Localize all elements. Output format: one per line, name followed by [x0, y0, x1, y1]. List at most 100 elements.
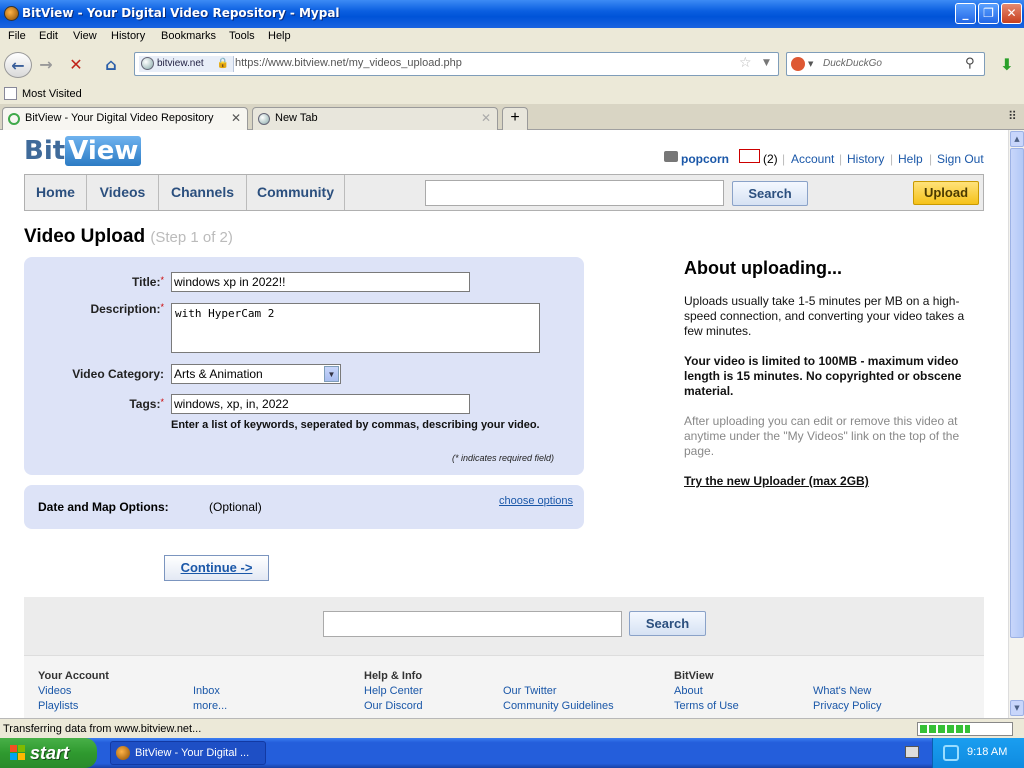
url-text[interactable]: https://www.bitview.net/my_videos_upload… [235, 57, 462, 69]
scrollbar-thumb[interactable] [1010, 148, 1024, 638]
windows-taskbar: start BitView - Your Digital ... 9:18 AM [0, 738, 1024, 768]
date-map-options: Date and Map Options: (Optional) choose … [24, 485, 584, 529]
site-search-button[interactable]: Search [732, 181, 808, 206]
footer-help-center-link[interactable]: Help Center [364, 685, 423, 697]
title-field[interactable]: windows xp in 2022!! [171, 272, 470, 292]
menu-help[interactable]: Help [268, 30, 291, 42]
description-label: Description:* [90, 302, 164, 316]
help-link[interactable]: Help [898, 152, 923, 166]
page-content: Bit View popcorn (2) | Account | History … [0, 130, 1008, 718]
bookmarks-toolbar: Most Visited [0, 84, 1024, 104]
footer-twitter-link[interactable]: Our Twitter [503, 685, 557, 697]
start-button[interactable]: start [0, 738, 97, 768]
home-icon[interactable]: ⌂ [97, 52, 125, 78]
chevron-down-icon[interactable]: ▼ [324, 366, 339, 382]
date-map-label: Date and Map Options: [38, 500, 169, 514]
url-dropdown-icon[interactable]: ▼ [763, 58, 770, 68]
footer-links: Your Account Videos Inbox Playlists more… [24, 655, 984, 718]
menu-view[interactable]: View [73, 30, 97, 42]
search-icon[interactable]: ⚲ [965, 56, 975, 71]
system-tray: 9:18 AM [932, 738, 1024, 768]
footer-playlists-link[interactable]: Playlists [38, 700, 78, 712]
list-all-tabs-icon[interactable]: ⠿ [1008, 109, 1017, 123]
close-tab-icon[interactable]: ✕ [231, 111, 241, 125]
bitview-logo[interactable]: Bit View [24, 136, 142, 166]
tab-bitview[interactable]: BitView - Your Digital Video Repository … [2, 107, 248, 130]
forward-arrow-icon[interactable]: → [32, 52, 60, 78]
minimize-button[interactable]: _ [955, 3, 976, 24]
footer-search-input[interactable] [323, 611, 622, 637]
new-tab-button[interactable]: + [502, 107, 528, 130]
footer-privacy-link[interactable]: Privacy Policy [813, 700, 881, 712]
network-tray-icon[interactable] [943, 745, 959, 761]
footer-more-link[interactable]: more... [193, 700, 227, 712]
menu-bar: File Edit View History Bookmarks Tools H… [0, 28, 1024, 46]
menu-tools[interactable]: Tools [229, 30, 255, 42]
lock-icon: 🔒 [216, 58, 229, 69]
footer-whats-new-link[interactable]: What's New [813, 685, 871, 697]
step-indicator: (Step 1 of 2) [150, 229, 233, 246]
footer-discord-link[interactable]: Our Discord [364, 700, 423, 712]
continue-button[interactable]: Continue -> [164, 555, 269, 581]
category-select[interactable]: Arts & Animation ▼ [171, 364, 341, 384]
nav-videos[interactable]: Videos [87, 175, 159, 210]
vertical-scrollbar[interactable]: ▲ ▼ [1008, 130, 1024, 718]
footer-about-link[interactable]: About [674, 685, 703, 697]
footer-search-button[interactable]: Search [629, 611, 706, 636]
menu-bookmarks[interactable]: Bookmarks [161, 30, 216, 42]
upload-button[interactable]: Upload [913, 181, 979, 205]
menu-edit[interactable]: Edit [39, 30, 58, 42]
duckduckgo-icon[interactable] [791, 57, 805, 71]
new-uploader-link[interactable]: Try the new Uploader (max 2GB) [684, 474, 969, 489]
category-value: Arts & Animation [174, 367, 263, 381]
site-identity-badge[interactable]: bitview.net 🔒 [139, 56, 234, 72]
address-bar[interactable]: bitview.net 🔒 https://www.bitview.net/my… [134, 52, 779, 76]
choose-options-link[interactable]: choose options [499, 495, 573, 507]
about-paragraph-3: After uploading you can edit or remove t… [684, 414, 960, 458]
bookmark-star-icon[interactable]: ☆ [739, 55, 752, 71]
close-tab-icon[interactable]: ✕ [481, 111, 491, 125]
taskbar-window-button[interactable]: BitView - Your Digital ... [110, 741, 266, 765]
scroll-up-icon[interactable]: ▲ [1010, 131, 1024, 147]
menu-file[interactable]: File [8, 30, 26, 42]
tags-field[interactable]: windows, xp, in, 2022 [171, 394, 470, 414]
user-icon [664, 151, 678, 162]
page-title: Video Upload (Step 1 of 2) [24, 226, 233, 247]
restore-button[interactable]: ❐ [978, 3, 999, 24]
keyboard-tray-icon[interactable] [905, 746, 919, 758]
username-link[interactable]: popcorn [681, 152, 729, 166]
nav-channels[interactable]: Channels [159, 175, 247, 210]
stop-icon[interactable]: ✕ [62, 52, 90, 78]
footer-videos-link[interactable]: Videos [38, 685, 71, 697]
window-title: BitView - Your Digital Video Repository … [22, 6, 340, 20]
back-arrow-icon[interactable]: ← [4, 52, 32, 78]
scroll-down-icon[interactable]: ▼ [1010, 700, 1024, 716]
upload-form: Title:* windows xp in 2022!! Description… [24, 257, 584, 475]
nav-community[interactable]: Community [247, 175, 345, 210]
inbox-envelope-icon[interactable] [739, 149, 760, 163]
sign-out-link[interactable]: Sign Out [937, 152, 984, 166]
browser-search-box[interactable]: ▼ DuckDuckGo ⚲ [786, 52, 985, 76]
account-link[interactable]: Account [791, 152, 834, 166]
footer-inbox-link[interactable]: Inbox [193, 685, 220, 697]
footer-terms-link[interactable]: Terms of Use [674, 700, 739, 712]
close-window-button[interactable]: ✕ [1001, 3, 1022, 24]
start-label: start [30, 743, 70, 763]
site-search-input[interactable] [425, 180, 724, 206]
footer-your-account-heading: Your Account [38, 670, 109, 682]
description-field[interactable]: with HyperCam 2 [171, 303, 540, 353]
engine-dropdown-icon[interactable]: ▼ [808, 60, 813, 68]
clock[interactable]: 9:18 AM [967, 746, 1007, 758]
windows-flag-icon [10, 745, 26, 761]
tab-new-tab[interactable]: New Tab ✕ [252, 107, 498, 130]
inbox-count[interactable]: (2) [763, 152, 778, 166]
menu-history[interactable]: History [111, 30, 145, 42]
most-visited-bookmark[interactable]: Most Visited [22, 88, 82, 100]
site-identity-label: bitview.net [157, 58, 204, 69]
status-text: Transferring data from www.bitview.net..… [3, 723, 202, 735]
nav-home[interactable]: Home [25, 175, 87, 210]
search-placeholder: DuckDuckGo [823, 58, 882, 69]
footer-guidelines-link[interactable]: Community Guidelines [503, 700, 614, 712]
download-arrow-icon[interactable]: ⬇ [993, 52, 1021, 78]
history-link[interactable]: History [847, 152, 884, 166]
